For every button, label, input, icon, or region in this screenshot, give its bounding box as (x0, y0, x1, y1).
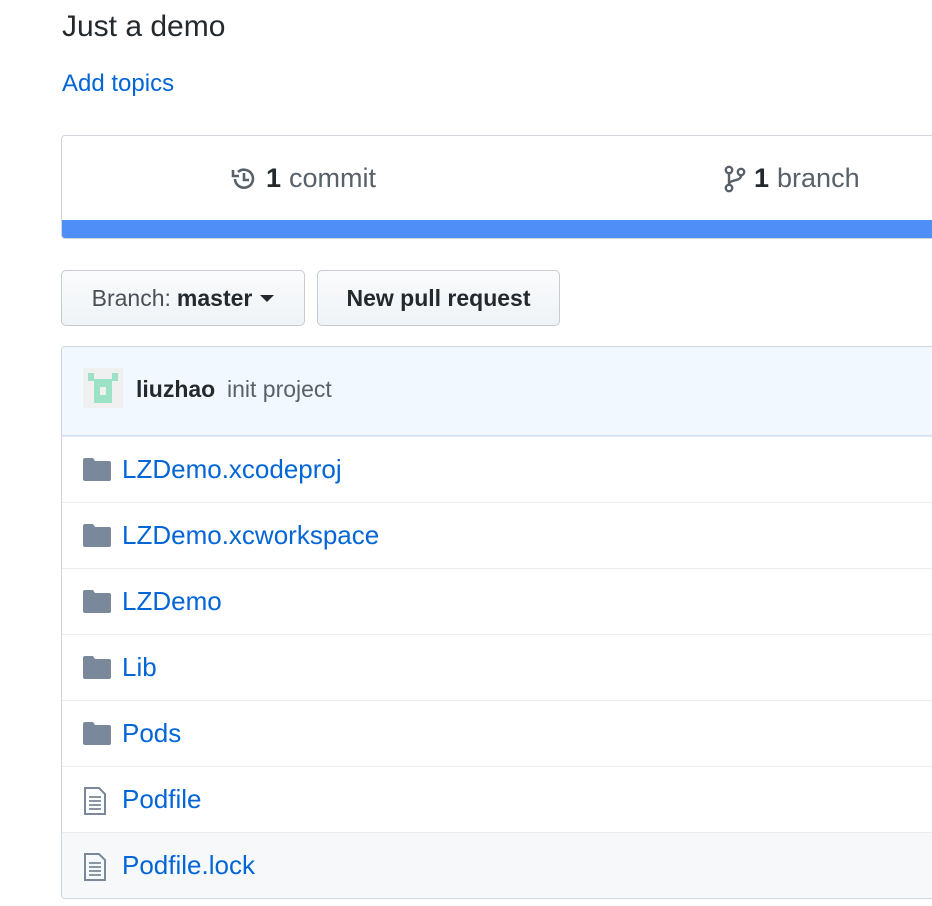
latest-commit-bar: liuzhao init project (62, 347, 932, 436)
commit-author[interactable]: liuzhao (136, 376, 215, 403)
folder-icon (83, 655, 111, 684)
file-row: Lib (62, 634, 932, 700)
file-row: Podfile.lock (62, 832, 932, 898)
commit-count: 1 (266, 163, 282, 193)
folder-icon (83, 589, 111, 618)
new-pull-request-button[interactable]: New pull request (317, 270, 560, 326)
file-row: LZDemo.xcodeproj (62, 436, 932, 502)
file-icon (83, 787, 107, 820)
repo-summary: 1 commit 1 branch (61, 135, 932, 239)
language-bar[interactable] (62, 220, 932, 238)
commits-link[interactable]: 1 commit (230, 163, 376, 194)
file-row: LZDemo.xcworkspace (62, 502, 932, 568)
branch-count: 1 (754, 163, 770, 193)
numbers-summary: 1 commit 1 branch (62, 136, 932, 220)
caret-down-icon (260, 294, 275, 302)
file-icon (83, 853, 107, 886)
file-link[interactable]: LZDemo (122, 586, 222, 617)
branch-label: branch (777, 163, 860, 193)
repo-description: Just a demo (62, 10, 226, 43)
file-row: Pods (62, 700, 932, 766)
file-link[interactable]: Podfile (122, 784, 202, 815)
branch-select-button[interactable]: Branch: master (61, 270, 305, 326)
folder-icon (83, 523, 111, 552)
folder-icon (83, 721, 111, 750)
file-link[interactable]: LZDemo.xcworkspace (122, 520, 379, 551)
file-navigation: liuzhao init project LZDemo.xcodeproj LZ… (61, 346, 932, 899)
file-row: LZDemo (62, 568, 932, 634)
branches-link[interactable]: 1 branch (724, 163, 860, 194)
history-icon (230, 165, 258, 193)
branch-name: master (176, 284, 253, 311)
branch-prefix: Branch: (91, 284, 171, 311)
folder-icon (83, 457, 111, 486)
commit-message[interactable]: init project (227, 376, 332, 403)
file-row: Podfile (62, 766, 932, 832)
add-topics-link[interactable]: Add topics (62, 70, 174, 98)
commit-label: commit (289, 163, 377, 193)
file-link[interactable]: Pods (122, 718, 181, 749)
git-branch-icon (724, 165, 746, 193)
avatar[interactable] (83, 368, 123, 408)
file-link[interactable]: Lib (122, 652, 157, 683)
file-link[interactable]: LZDemo.xcodeproj (122, 454, 342, 485)
file-link[interactable]: Podfile.lock (122, 850, 255, 881)
